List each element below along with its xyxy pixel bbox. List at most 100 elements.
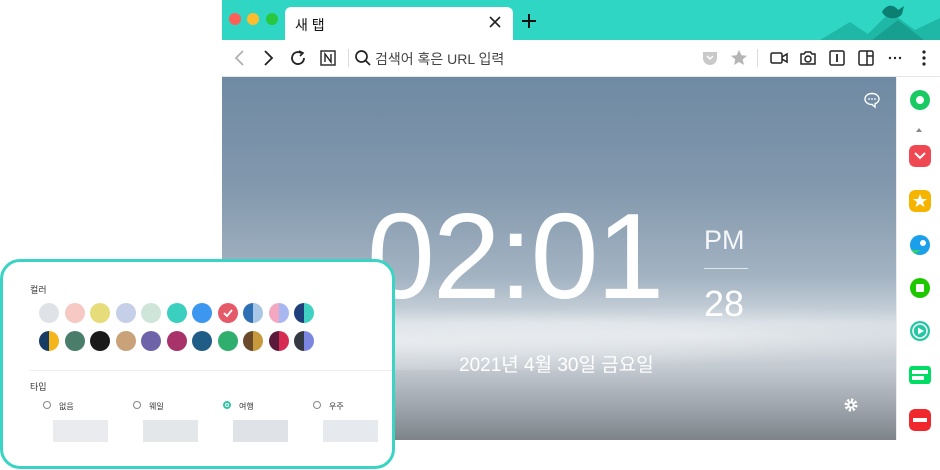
- swatch-right-half: [125, 331, 136, 351]
- swatch-right-half: [176, 331, 187, 351]
- swatch-left-half: [115, 331, 126, 351]
- now-icon[interactable]: [909, 409, 931, 431]
- pocket-app-icon[interactable]: [909, 145, 931, 167]
- check-icon: [222, 309, 233, 318]
- swatch-right-half: [151, 303, 161, 323]
- type-radio[interactable]: [223, 401, 231, 409]
- color-swatch[interactable]: [243, 331, 263, 351]
- color-swatch[interactable]: [217, 303, 238, 323]
- color-swatch[interactable]: [90, 303, 110, 323]
- color-swatch[interactable]: [294, 303, 314, 323]
- type-section-label: 타입: [30, 382, 47, 392]
- close-window-button[interactable]: [229, 13, 241, 25]
- clock-seconds: 28: [704, 283, 745, 324]
- right-sidebar: [896, 77, 940, 440]
- close-icon[interactable]: [486, 13, 504, 31]
- color-swatch[interactable]: [166, 331, 187, 351]
- color-swatch[interactable]: [192, 331, 212, 351]
- color-swatch[interactable]: [90, 331, 110, 351]
- color-swatch[interactable]: [141, 303, 161, 323]
- type-thumbnail[interactable]: [53, 420, 108, 442]
- papago-icon[interactable]: [909, 234, 931, 256]
- swatch-left-half: [243, 303, 253, 323]
- swatch-left-half: [192, 331, 202, 351]
- section-divider: [29, 370, 392, 371]
- type-radio[interactable]: [43, 401, 51, 409]
- color-swatch[interactable]: [166, 303, 187, 323]
- menu-icon[interactable]: [914, 48, 934, 68]
- color-swatch[interactable]: [268, 331, 289, 351]
- swatch-left-half: [39, 331, 49, 351]
- play-icon[interactable]: [909, 320, 931, 342]
- swatch-left-half: [141, 303, 151, 323]
- color-swatch[interactable]: [141, 331, 161, 351]
- color-swatch[interactable]: [39, 331, 59, 351]
- chat-icon[interactable]: [863, 91, 881, 109]
- back-icon[interactable]: [230, 48, 250, 68]
- search-icon: [355, 50, 371, 66]
- swatch-left-half: [64, 331, 75, 351]
- maximize-window-button[interactable]: [266, 13, 278, 25]
- color-swatch[interactable]: [39, 303, 59, 323]
- swatch-right-half: [253, 303, 263, 323]
- swatch-right-half: [49, 303, 59, 323]
- forward-icon[interactable]: [258, 48, 278, 68]
- pocket-icon[interactable]: [700, 48, 720, 68]
- reader-icon[interactable]: [827, 48, 847, 68]
- type-thumbnail[interactable]: [233, 420, 288, 442]
- color-swatch[interactable]: [64, 331, 85, 351]
- color-swatch[interactable]: [115, 331, 136, 351]
- naver-app-icon[interactable]: [909, 277, 931, 299]
- type-thumbnail[interactable]: [323, 420, 378, 442]
- type-radio[interactable]: [313, 401, 321, 409]
- bookmark-app-icon[interactable]: [909, 190, 931, 212]
- swatch-left-half: [166, 303, 177, 323]
- color-swatch[interactable]: [243, 303, 263, 323]
- camera-icon[interactable]: [798, 48, 818, 68]
- swatch-left-half: [294, 331, 304, 351]
- webtoon-icon[interactable]: [909, 364, 931, 386]
- star-icon[interactable]: [729, 48, 749, 68]
- swatch-left-half: [90, 303, 100, 323]
- gear-icon[interactable]: [843, 397, 859, 413]
- type-label: 우주: [329, 402, 344, 411]
- title-bar: 새 탭: [222, 0, 940, 40]
- swatch-right-half: [304, 331, 314, 351]
- color-swatch[interactable]: [294, 331, 314, 351]
- whale-theme-illustration: [820, 5, 940, 40]
- naver-home-icon[interactable]: [318, 48, 338, 68]
- minimize-window-button[interactable]: [247, 13, 259, 25]
- color-swatch[interactable]: [64, 303, 85, 323]
- type-thumbnail[interactable]: [143, 420, 198, 442]
- color-swatch[interactable]: [268, 303, 289, 323]
- swatch-right-half: [278, 331, 289, 351]
- swatch-left-half: [217, 331, 228, 351]
- swatch-right-half: [253, 331, 263, 351]
- clock-divider: [704, 268, 748, 269]
- type-label: 웨일: [149, 402, 164, 411]
- swatch-right-half: [227, 331, 238, 351]
- whale-space-icon[interactable]: [909, 89, 931, 111]
- toolbar-separator: [757, 49, 758, 67]
- type-label: 여행: [239, 402, 254, 411]
- swatch-right-half: [100, 303, 110, 323]
- tab-new[interactable]: 새 탭: [285, 7, 513, 40]
- swatch-left-half: [268, 303, 279, 323]
- toolbar: 검색어 혹은 URL 입력: [222, 40, 940, 77]
- swatch-right-half: [304, 303, 314, 323]
- swatch-left-half: [141, 331, 151, 351]
- reload-icon[interactable]: [288, 48, 308, 68]
- color-swatch[interactable]: [115, 303, 136, 323]
- color-swatch[interactable]: [217, 331, 238, 351]
- type-radio[interactable]: [133, 401, 141, 409]
- swatch-right-half: [125, 303, 136, 323]
- color-swatch[interactable]: [192, 303, 212, 323]
- more-icon[interactable]: [885, 48, 905, 68]
- swatch-right-half: [151, 331, 161, 351]
- plus-icon[interactable]: [520, 12, 538, 30]
- scroll-up-icon[interactable]: [916, 128, 922, 132]
- address-input[interactable]: 검색어 혹은 URL 입력: [375, 49, 504, 69]
- swatch-left-half: [90, 331, 100, 351]
- video-icon[interactable]: [769, 48, 789, 68]
- sidebar-toggle-icon[interactable]: [856, 48, 876, 68]
